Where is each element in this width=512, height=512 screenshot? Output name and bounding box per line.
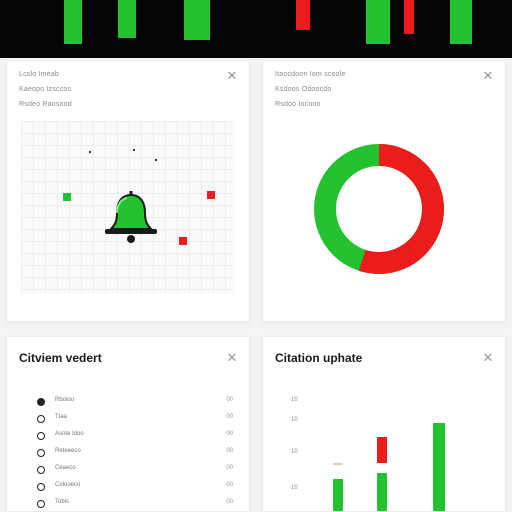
y-tick-label: 10 (291, 449, 298, 455)
list-item-value: 00 (226, 397, 233, 403)
y-tick-label: 10 (291, 397, 298, 403)
list-item-value: 00 (226, 414, 233, 420)
map-marker-red[interactable] (179, 237, 187, 245)
radio-button[interactable] (37, 432, 45, 440)
list-item-value: 00 (226, 499, 233, 505)
radio-button[interactable] (37, 449, 45, 457)
candle (366, 0, 390, 44)
close-icon[interactable]: ✕ (225, 351, 239, 365)
candle (450, 0, 472, 44)
map-marker (155, 159, 157, 161)
radio-button[interactable] (37, 500, 45, 508)
list-item-label: Asote Idoo (55, 431, 84, 437)
candle (118, 0, 136, 38)
card-meta-line: Ksdoos Odoocdo (275, 86, 332, 93)
close-icon[interactable]: ✕ (481, 351, 495, 365)
card-title: Citviem vedert (19, 351, 102, 365)
map-marker-green[interactable] (63, 193, 71, 201)
list-item-label: Reteeeco (55, 448, 81, 454)
list-item-value: 00 (226, 482, 233, 488)
alert-map[interactable] (21, 121, 233, 293)
card-title: Citation uphate (275, 351, 363, 365)
card-meta-line: Kaeopo Izsccos (19, 86, 72, 93)
candle (296, 0, 310, 30)
list-item[interactable]: Colooeco 00 (37, 482, 233, 494)
activity-list-card: ✕ Citviem vedert Rboioo 00 Ttaa 00 Asote Ido… (6, 336, 250, 512)
card-meta-line: Rsdeo Raosood (19, 101, 72, 108)
list-item[interactable]: Ceaeco 00 (37, 465, 233, 477)
alert-map-card: ✕ Lcslo Imeab Kaeopo Izsccos Rsdeo Raoso… (6, 60, 250, 322)
list-item[interactable]: Rboioo 00 (37, 397, 233, 409)
list-item[interactable]: Tobis 00 (37, 499, 233, 511)
citation-chart-card: ✕ Citation uphate 10 10 10 10 (262, 336, 506, 512)
list-item-value: 00 (226, 448, 233, 454)
map-marker-red[interactable] (207, 191, 215, 199)
candlestick-strip (0, 0, 512, 58)
list-item-label: Rboioo (55, 397, 75, 403)
card-meta-line: Rsdoo Iocnoo (275, 101, 321, 108)
map-marker (133, 149, 135, 151)
radio-button[interactable] (37, 483, 45, 491)
close-icon[interactable]: ✕ (225, 69, 239, 83)
list-item-label: Colooeco (55, 482, 81, 488)
list-item-label: Tobis (55, 499, 70, 505)
list-item-value: 00 (226, 431, 233, 437)
y-tick-label: 10 (291, 485, 298, 491)
list-item[interactable]: Ttaa 00 (37, 414, 233, 426)
close-icon[interactable]: ✕ (481, 69, 495, 83)
card-meta-line: Itaocdoon Iom scoole (275, 71, 346, 78)
candle (184, 0, 210, 40)
distribution-card: ✕ Itaocdoon Iom scoole Ksdoos Odoocdo Rs… (262, 60, 506, 322)
candle (64, 0, 82, 44)
list-item-label: Ceaeco (55, 465, 76, 471)
y-tick-label: 10 (291, 417, 298, 423)
candle (404, 0, 414, 34)
radio-button[interactable] (37, 466, 45, 474)
list-item-value: 00 (226, 465, 233, 471)
bar[interactable] (333, 479, 343, 511)
map-marker (89, 151, 91, 153)
card-meta-line: Lcslo Imeab (19, 71, 59, 78)
list-item[interactable]: Asote Idoo 00 (37, 431, 233, 443)
bell-icon (105, 191, 157, 243)
bar[interactable] (377, 473, 387, 511)
bar[interactable] (433, 423, 445, 511)
bar[interactable] (377, 437, 387, 463)
list-item[interactable]: Reteeeco 00 (37, 448, 233, 460)
list-item-label: Ttaa (55, 414, 68, 420)
bar-marker (333, 463, 343, 465)
radio-button[interactable] (37, 415, 45, 423)
donut-chart[interactable] (311, 141, 447, 277)
radio-button[interactable] (37, 398, 45, 406)
